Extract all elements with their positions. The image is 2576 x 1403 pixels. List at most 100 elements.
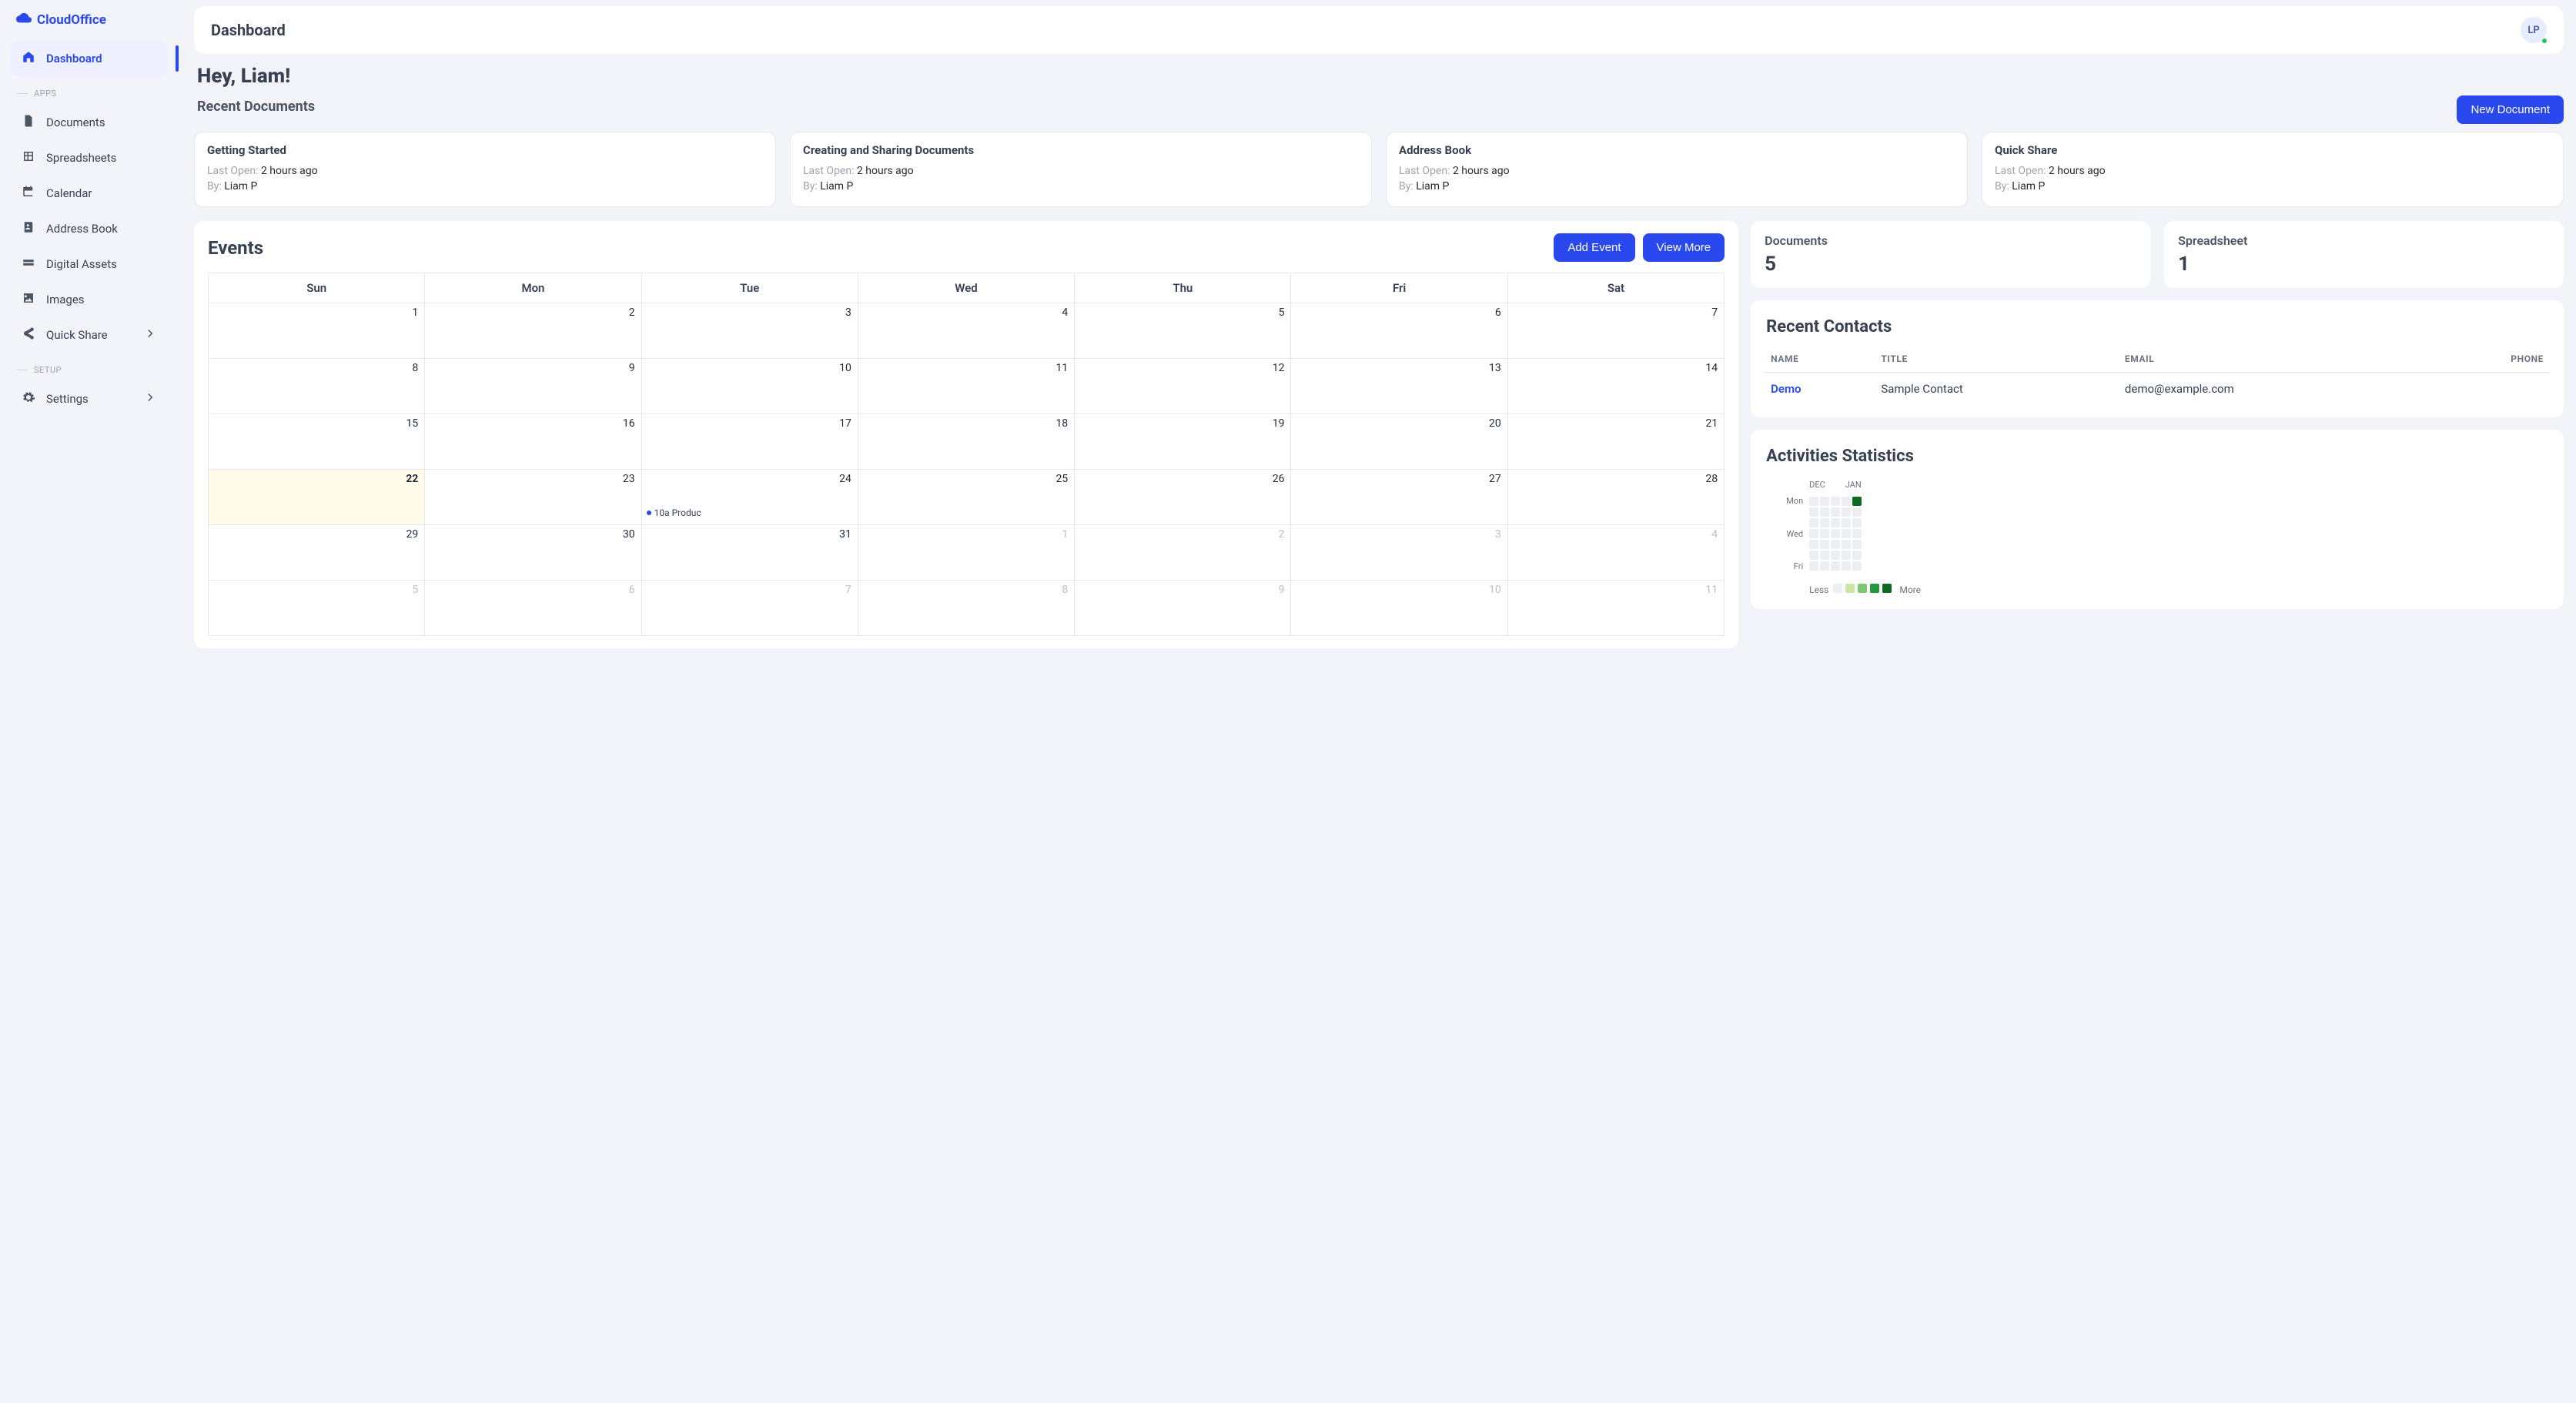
presence-dot [2541, 38, 2548, 44]
calendar-cell[interactable]: 6 [1291, 303, 1507, 359]
calendar-cell[interactable]: 31 [641, 525, 858, 581]
spreadsheet-icon [22, 149, 35, 166]
sidebar-item-settings[interactable]: Settings [11, 381, 168, 417]
document-card[interactable]: Creating and Sharing DocumentsLast Open:… [790, 132, 1372, 207]
calendar-cell[interactable]: 19 [1075, 414, 1291, 470]
activity-cell [1809, 518, 1818, 527]
sidebar-item-label: Settings [46, 392, 89, 406]
calendar-cell[interactable]: 28 [1507, 470, 1724, 525]
add-event-button[interactable]: Add Event [1554, 233, 1634, 262]
sidebar-item-address-book[interactable]: Address Book [11, 211, 168, 246]
sidebar-item-label: Calendar [46, 186, 92, 200]
calendar-day-header: Wed [858, 273, 1074, 303]
event-dot-icon [647, 511, 651, 515]
calendar-cell[interactable]: 22 [209, 470, 425, 525]
stat-card[interactable]: Documents5 [1751, 221, 2150, 288]
stat-card[interactable]: Spreadsheet1 [2164, 221, 2564, 288]
document-last-open: Last Open: 2 hours ago [1399, 165, 1955, 177]
calendar-cell[interactable]: 4 [1507, 525, 1724, 581]
calendar-cell[interactable]: 7 [1507, 303, 1724, 359]
contact-title: Sample Contact [1875, 373, 2119, 406]
calendar-cell[interactable]: 7 [641, 581, 858, 636]
calendar-cell[interactable]: 20 [1291, 414, 1507, 470]
sidebar-item-quick-share[interactable]: Quick Share [11, 317, 168, 353]
document-card[interactable]: Quick ShareLast Open: 2 hours agoBy: Lia… [1982, 132, 2564, 207]
sidebar-item-documents[interactable]: Documents [11, 105, 168, 140]
calendar-cell[interactable]: 27 [1291, 470, 1507, 525]
page-title: Dashboard [211, 21, 286, 39]
brand-logo[interactable]: CloudOffice [11, 6, 168, 41]
calendar-cell[interactable]: 11 [858, 359, 1074, 414]
calendar-cell[interactable]: 9 [425, 359, 641, 414]
calendar-cell[interactable]: 13 [1291, 359, 1507, 414]
document-card[interactable]: Address BookLast Open: 2 hours agoBy: Li… [1386, 132, 1968, 207]
user-avatar[interactable]: LP [2521, 17, 2547, 43]
calendar-cell[interactable]: 25 [858, 470, 1074, 525]
sidebar-item-images[interactable]: Images [11, 282, 168, 317]
document-title: Creating and Sharing Documents [803, 143, 1359, 157]
activity-cell [1831, 529, 1840, 538]
calendar-cell[interactable]: 29 [209, 525, 425, 581]
contacts-column-header: NAME [1765, 346, 1875, 373]
calendar-cell[interactable]: 23 [425, 470, 641, 525]
calendar-cell[interactable]: 8 [209, 359, 425, 414]
legend-swatch [1882, 584, 1892, 593]
calendar-cell[interactable]: 9 [1075, 581, 1291, 636]
contact-name[interactable]: Demo [1765, 373, 1875, 406]
sidebar-item-calendar[interactable]: Calendar [11, 176, 168, 211]
recent-contacts-heading: Recent Contacts [1766, 317, 2550, 337]
sidebar-item-label: Images [46, 293, 85, 306]
calendar-cell[interactable]: 14 [1507, 359, 1724, 414]
contacts-table: NAMETITLEEMAILPHONE DemoSample Contactde… [1765, 346, 2550, 405]
calendar-cell[interactable]: 21 [1507, 414, 1724, 470]
calendar-event[interactable]: 10a Produc [647, 507, 853, 518]
calendar-cell[interactable]: 17 [641, 414, 858, 470]
sidebar-item-label: Digital Assets [46, 257, 117, 271]
calendar-cell[interactable]: 2 [425, 303, 641, 359]
calendar-cell[interactable]: 2410a Produc [641, 470, 858, 525]
legend-swatch [1870, 584, 1879, 593]
view-more-events-button[interactable]: View More [1643, 233, 1725, 262]
address-book-icon [22, 220, 35, 237]
calendar-cell[interactable]: 1 [209, 303, 425, 359]
contact-phone [2433, 373, 2550, 406]
document-last-open: Last Open: 2 hours ago [1995, 165, 2551, 177]
sidebar-item-spreadsheets[interactable]: Spreadsheets [11, 140, 168, 176]
calendar-cell[interactable]: 3 [641, 303, 858, 359]
calendar-cell[interactable]: 16 [425, 414, 641, 470]
new-document-button[interactable]: New Document [2457, 95, 2564, 124]
activity-cell [1809, 551, 1818, 560]
calendar-cell[interactable]: 5 [209, 581, 425, 636]
calendar-day-header: Mon [425, 273, 641, 303]
activity-cell [1820, 507, 1829, 517]
calendar-cell[interactable]: 2 [1075, 525, 1291, 581]
recent-contacts-card: Recent Contacts NAMETITLEEMAILPHONE Demo… [1751, 300, 2564, 417]
calendar-cell[interactable]: 26 [1075, 470, 1291, 525]
activity-cell [1852, 518, 1862, 527]
calendar-cell[interactable]: 30 [425, 525, 641, 581]
recent-documents-heading: Recent Documents [197, 99, 315, 115]
calendar-cell[interactable]: 15 [209, 414, 425, 470]
activity-cell [1809, 561, 1818, 571]
calendar-grid: SunMonTueWedThuFriSat 123456789101112131… [208, 273, 1725, 636]
calendar-cell[interactable]: 12 [1075, 359, 1291, 414]
contacts-column-header: EMAIL [2119, 346, 2433, 373]
events-card: Events Add Event View More SunMonTueWedT… [194, 221, 1738, 648]
calendar-cell[interactable]: 18 [858, 414, 1074, 470]
calendar-cell[interactable]: 11 [1507, 581, 1724, 636]
calendar-cell[interactable]: 10 [641, 359, 858, 414]
calendar-cell[interactable]: 3 [1291, 525, 1507, 581]
calendar-day-header: Fri [1291, 273, 1507, 303]
document-card[interactable]: Getting StartedLast Open: 2 hours agoBy:… [194, 132, 776, 207]
calendar-cell[interactable]: 8 [858, 581, 1074, 636]
calendar-cell[interactable]: 6 [425, 581, 641, 636]
calendar-cell[interactable]: 10 [1291, 581, 1507, 636]
document-title: Getting Started [207, 143, 763, 157]
sidebar-item-dashboard[interactable]: Dashboard [11, 41, 168, 76]
sidebar-item-digital-assets[interactable]: Digital Assets [11, 246, 168, 282]
calendar-cell[interactable]: 5 [1075, 303, 1291, 359]
calendar-cell[interactable]: 1 [858, 525, 1074, 581]
avatar-initials: LP [2527, 25, 2539, 36]
calendar-cell[interactable]: 4 [858, 303, 1074, 359]
contact-row[interactable]: DemoSample Contactdemo@example.com [1765, 373, 2550, 406]
